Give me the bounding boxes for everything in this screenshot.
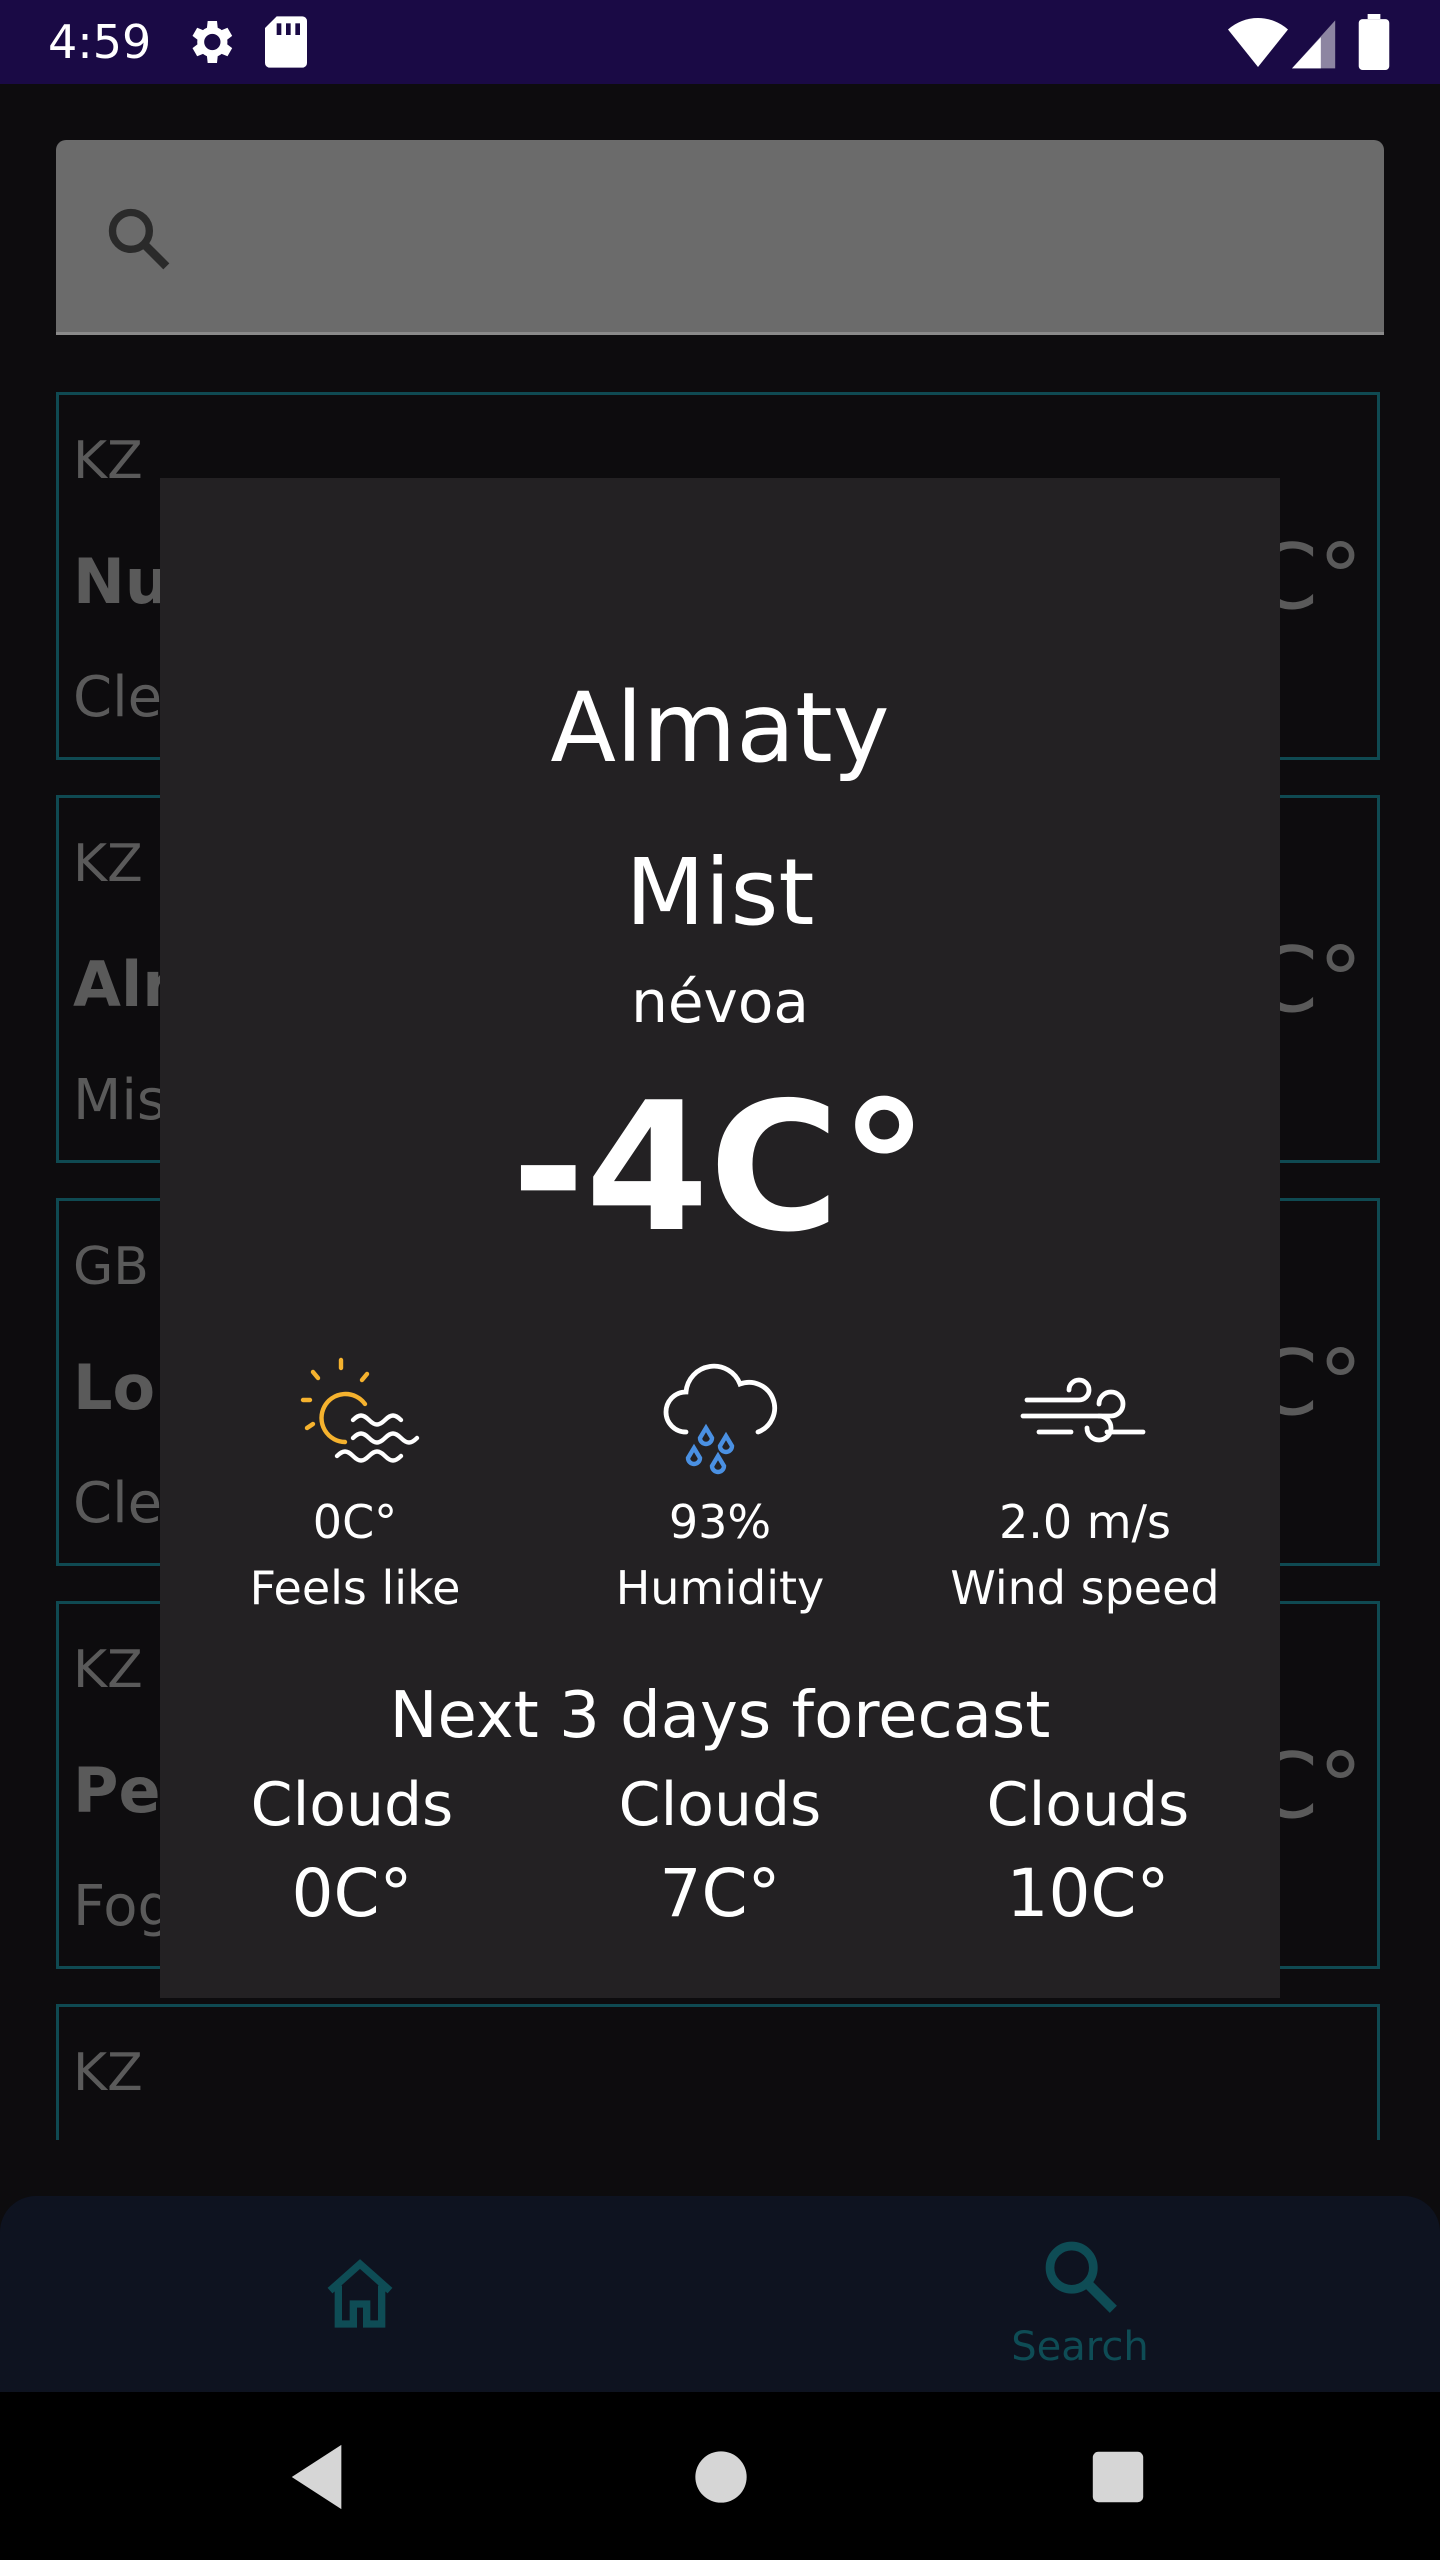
card-description: Fog [73, 1874, 174, 1939]
nav-search-label: Search [1011, 2324, 1149, 2370]
forecast-day: Clouds 10C° [918, 1768, 1258, 1936]
wind-icon [1015, 1348, 1155, 1478]
home-circle-icon[interactable] [694, 2442, 748, 2516]
forecast-temp: 0C° [291, 1855, 413, 1932]
bottom-navigation: Search [0, 2196, 1440, 2392]
forecast-title: Next 3 days forecast [389, 1679, 1051, 1753]
dialog-weather-main: Mist [625, 839, 815, 946]
city-card[interactable]: KZ [56, 2004, 1380, 2140]
wind-speed-stat: 2.0 m/s Wind speed [915, 1348, 1255, 1618]
recents-icon[interactable] [1090, 2442, 1146, 2516]
feels-like-value: 0C° [312, 1495, 398, 1549]
wifi-icon [1228, 14, 1288, 74]
forecast-day: Clouds 0C° [182, 1768, 522, 1936]
card-country: GB [73, 1237, 149, 1297]
status-bar: 4:59 [0, 0, 1440, 84]
search-icon [1040, 2241, 1120, 2320]
nav-search-button[interactable]: Search [980, 2236, 1180, 2370]
search-icon [104, 204, 172, 276]
home-icon [320, 2259, 400, 2338]
humidity-stat: 93% Humidity [550, 1348, 890, 1618]
search-input[interactable] [186, 180, 1340, 292]
dialog-weather-description: névoa [631, 968, 809, 1036]
card-description: Cle [73, 1471, 163, 1536]
rain-cloud-icon [650, 1348, 790, 1478]
wind-speed-label: Wind speed [950, 1561, 1220, 1615]
card-description: Cle [73, 665, 163, 730]
card-city: Alr [73, 948, 173, 1021]
settings-icon [182, 14, 238, 74]
feels-like-stat: 0C° Feels like [185, 1348, 525, 1618]
status-time: 4:59 [48, 15, 152, 69]
forecast-main: Clouds [986, 1770, 1190, 1840]
fog-sun-icon [285, 1348, 425, 1478]
search-bar[interactable] [56, 140, 1384, 335]
system-navigation-bar [0, 2392, 1440, 2560]
humidity-label: Humidity [615, 1561, 825, 1615]
weather-detail-dialog: Almaty Mist névoa -4C° 0C° Feels like 93… [160, 478, 1280, 1998]
sd-card-icon [262, 14, 310, 74]
wind-speed-value: 2.0 m/s [998, 1495, 1172, 1549]
card-country: KZ [73, 1640, 143, 1700]
forecast-day: Clouds 7C° [550, 1768, 890, 1936]
dialog-city-name: Almaty [550, 672, 890, 784]
card-description: Mis [73, 1068, 167, 1133]
forecast-temp: 7C° [659, 1855, 781, 1932]
dialog-temperature: -4C° [511, 1064, 929, 1271]
feels-like-label: Feels like [249, 1561, 461, 1615]
card-country: KZ [73, 834, 143, 894]
cell-signal-icon [1292, 14, 1340, 74]
nav-home-button[interactable] [320, 2254, 400, 2334]
battery-icon [1358, 14, 1390, 74]
card-country: KZ [73, 2043, 143, 2103]
forecast-temp: 10C° [1006, 1855, 1170, 1932]
back-icon[interactable] [288, 2442, 348, 2516]
card-city: Nu [73, 545, 170, 618]
humidity-value: 93% [668, 1495, 772, 1549]
card-country: KZ [73, 431, 143, 491]
forecast-main: Clouds [618, 1770, 822, 1840]
forecast-main: Clouds [250, 1770, 454, 1840]
